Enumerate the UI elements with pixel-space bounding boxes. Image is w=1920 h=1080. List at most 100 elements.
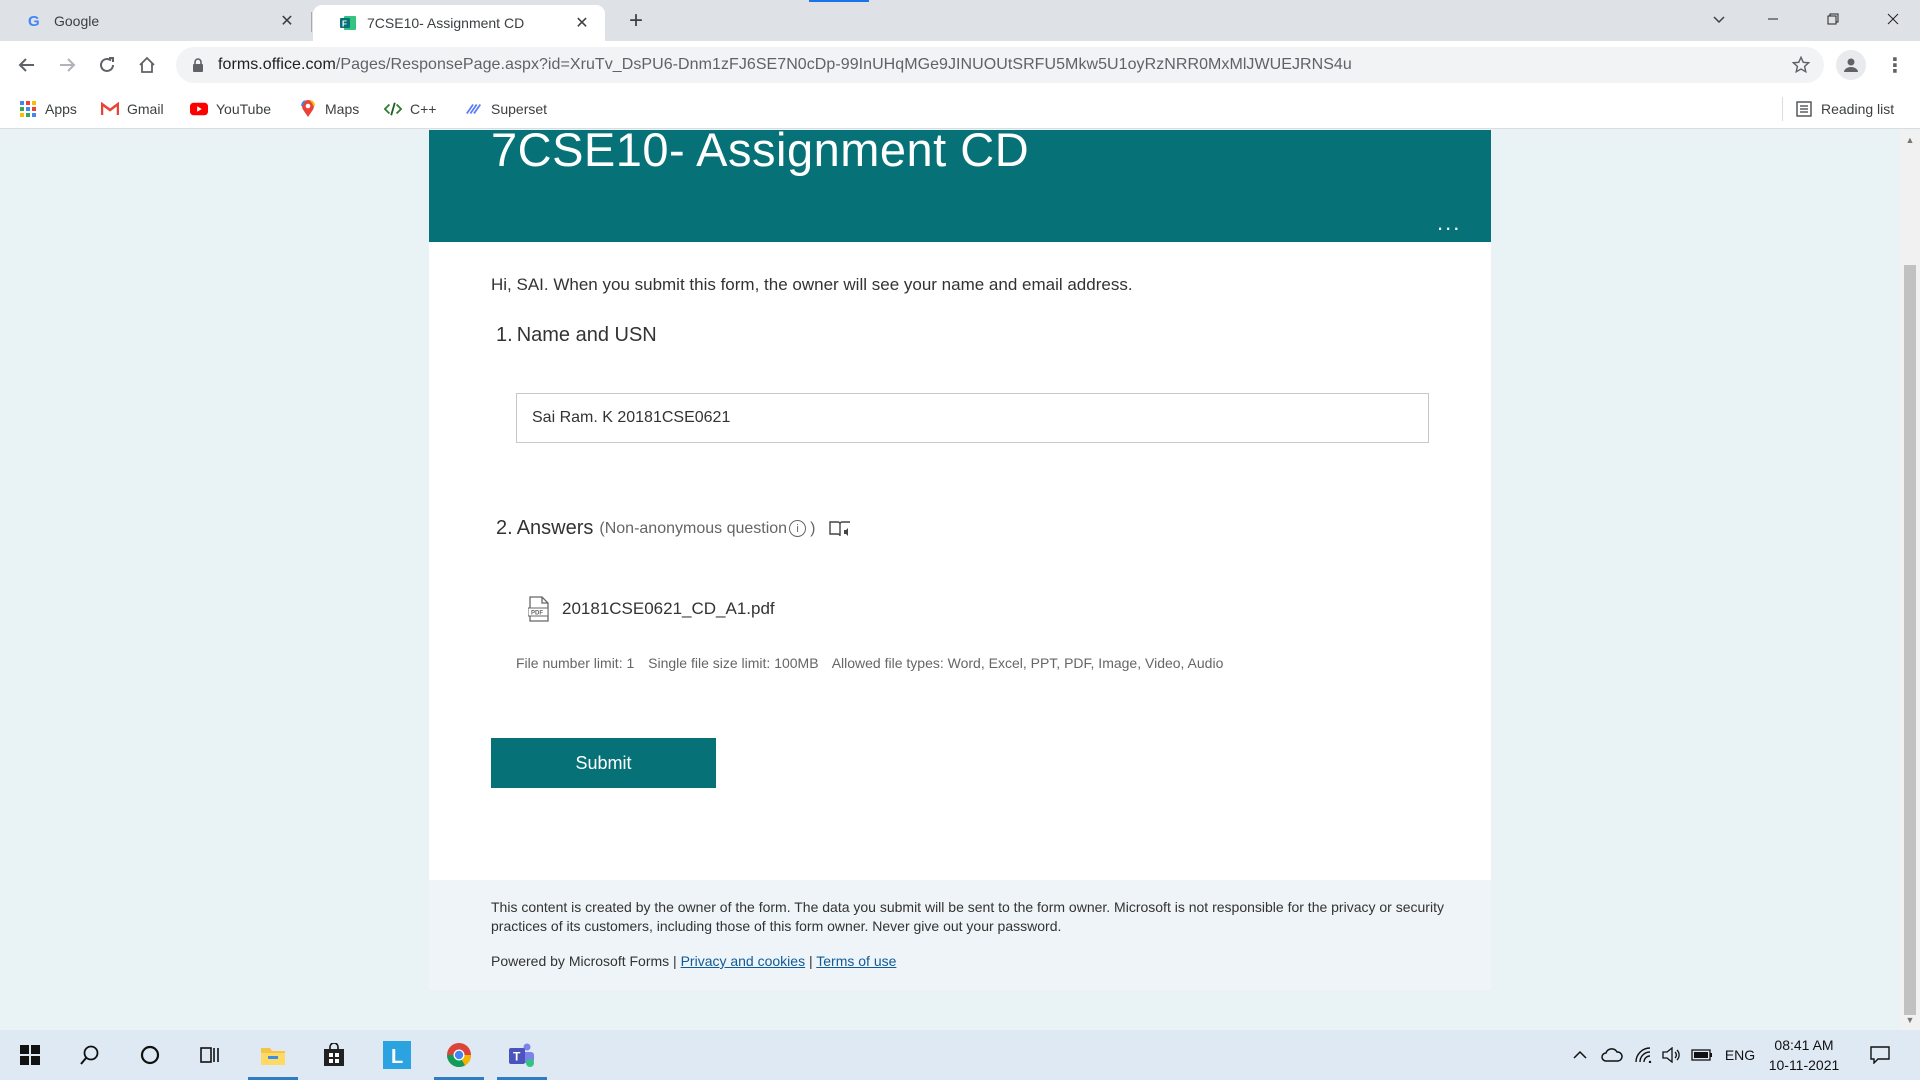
powered-by: Powered by Microsoft Forms | Privacy and… xyxy=(491,953,896,969)
volume-icon[interactable] xyxy=(1659,1030,1685,1080)
notifications-icon[interactable] xyxy=(1862,1030,1898,1080)
gmail-icon xyxy=(101,100,119,118)
minimize-icon[interactable] xyxy=(1743,0,1803,38)
cortana-icon[interactable] xyxy=(125,1030,175,1080)
language-indicator[interactable]: ENG xyxy=(1720,1030,1760,1080)
tab-strip: G Google ✕ F 7CSE10- Assignment CD ✕ + xyxy=(0,0,1920,41)
reading-list-button[interactable]: Reading list xyxy=(1795,97,1894,121)
maps-icon xyxy=(299,100,317,118)
chrome-icon[interactable] xyxy=(434,1030,484,1080)
file-number-limit: File number limit: 1 xyxy=(516,655,635,671)
close-icon[interactable]: ✕ xyxy=(571,12,593,34)
search-icon[interactable] xyxy=(65,1030,115,1080)
tab-assignment[interactable]: F 7CSE10- Assignment CD ✕ xyxy=(313,5,605,41)
tab-search-chevron-icon[interactable] xyxy=(1689,0,1749,38)
page-scrollbar[interactable]: ▲ ▼ xyxy=(1900,130,1920,1030)
youtube-icon xyxy=(190,100,208,118)
svg-text:L: L xyxy=(391,1046,403,1068)
submit-button[interactable]: Submit xyxy=(491,738,716,788)
close-icon[interactable]: ✕ xyxy=(276,10,298,32)
upload-limits: File number limit: 1 Single file size li… xyxy=(516,655,1233,671)
bookmark-gmail[interactable]: Gmail xyxy=(101,97,164,121)
form-card: Hi, SAI. When you submit this form, the … xyxy=(429,242,1491,880)
menu-kebab-icon[interactable]: ⋮ xyxy=(1880,50,1910,80)
tab-loading-indicator xyxy=(809,0,869,2)
reading-list-icon xyxy=(1795,100,1813,118)
bookmark-label: Apps xyxy=(45,101,77,117)
show-hidden-icons-icon[interactable] xyxy=(1568,1030,1592,1080)
onedrive-icon[interactable] xyxy=(1599,1030,1625,1080)
allowed-file-types: Allowed file types: Word, Excel, PPT, PD… xyxy=(831,655,1224,671)
start-icon[interactable] xyxy=(5,1030,55,1080)
info-icon[interactable]: i xyxy=(789,520,807,537)
store-icon[interactable] xyxy=(309,1030,359,1080)
question-number: 2. xyxy=(496,517,513,539)
url-text[interactable]: forms.office.com/Pages/ResponsePage.aspx… xyxy=(218,56,1786,74)
powered-by-text: Powered by Microsoft Forms | xyxy=(491,953,681,969)
google-icon: G xyxy=(26,12,44,30)
lock-icon[interactable] xyxy=(192,58,206,72)
system-clock[interactable]: 08:41 AM 10-11-2021 xyxy=(1762,1035,1846,1075)
reload-icon[interactable] xyxy=(92,50,122,80)
link-separator: | xyxy=(805,953,817,969)
scroll-down-icon[interactable]: ▼ xyxy=(1905,1015,1915,1025)
question-label: Name and USN xyxy=(516,324,657,346)
tab-google[interactable]: G Google ✕ xyxy=(0,0,310,41)
code-icon xyxy=(384,100,402,118)
uploaded-file[interactable]: PDF 20181CSE0621_CD_A1.pdf xyxy=(528,596,775,622)
note-text-close: ) xyxy=(810,519,816,537)
question-2-title: 2. Answers (Non-anonymous question i ) xyxy=(496,517,851,540)
svg-text:T: T xyxy=(513,1050,521,1064)
svg-text:F: F xyxy=(342,20,347,29)
tab-separator xyxy=(311,12,312,32)
more-options-button[interactable]: ... xyxy=(1437,210,1461,236)
bookmark-cpp[interactable]: C++ xyxy=(384,97,436,121)
battery-icon[interactable] xyxy=(1687,1030,1717,1080)
svg-text:PDF: PDF xyxy=(531,611,543,617)
privacy-link[interactable]: Privacy and cookies xyxy=(681,953,806,969)
clock-time: 08:41 AM xyxy=(1774,1037,1834,1053)
terms-link[interactable]: Terms of use xyxy=(816,953,896,969)
form-header: 7CSE10- Assignment CD ... xyxy=(429,130,1491,242)
page-viewport: 7CSE10- Assignment CD ... Hi, SAI. When … xyxy=(0,130,1900,1030)
file-size-limit: Single file size limit: 100MB xyxy=(648,655,819,671)
bookmark-superset[interactable]: Superset xyxy=(465,97,547,121)
file-name[interactable]: 20181CSE0621_CD_A1.pdf xyxy=(562,599,775,619)
bookmark-star-icon[interactable] xyxy=(1786,50,1816,80)
forms-icon: F xyxy=(339,14,357,32)
form-intro: Hi, SAI. When you submit this form, the … xyxy=(491,275,1133,294)
close-window-icon[interactable] xyxy=(1863,0,1920,38)
teams-icon[interactable]: T xyxy=(497,1030,547,1080)
task-view-icon[interactable] xyxy=(185,1030,235,1080)
forward-arrow-icon[interactable] xyxy=(52,50,82,80)
profile-avatar-icon[interactable] xyxy=(1836,50,1866,80)
home-icon[interactable] xyxy=(132,50,162,80)
restore-icon[interactable] xyxy=(1803,0,1863,38)
browser-toolbar: forms.office.com/Pages/ResponsePage.aspx… xyxy=(0,41,1920,89)
new-tab-button[interactable]: + xyxy=(622,7,650,35)
bookmark-apps[interactable]: Apps xyxy=(19,97,77,121)
bookmark-label: C++ xyxy=(410,101,437,117)
back-arrow-icon[interactable] xyxy=(12,50,42,80)
clock-date: 10-11-2021 xyxy=(1768,1057,1840,1073)
file-explorer-icon[interactable] xyxy=(248,1030,298,1080)
address-bar[interactable]: forms.office.com/Pages/ResponsePage.aspx… xyxy=(176,47,1824,83)
superset-icon xyxy=(465,100,483,118)
bookmark-maps[interactable]: Maps xyxy=(299,97,359,121)
scroll-up-icon[interactable]: ▲ xyxy=(1905,135,1915,145)
bookmark-label: YouTube xyxy=(216,101,272,117)
pdf-file-icon: PDF xyxy=(528,596,550,622)
note-text: (Non-anonymous question xyxy=(599,519,788,537)
scroll-thumb[interactable] xyxy=(1904,265,1916,1015)
wifi-icon[interactable] xyxy=(1631,1030,1657,1080)
question-label: Answers xyxy=(516,517,594,539)
windows-taskbar: L T ENG 08:41 AM 10-11-2021 xyxy=(0,1030,1920,1080)
question-number: 1. xyxy=(496,324,513,346)
bookmark-label: Maps xyxy=(325,101,360,117)
name-usn-input[interactable]: Sai Ram. K 20181CSE0621 xyxy=(516,393,1429,443)
immersive-reader-icon[interactable] xyxy=(829,519,851,539)
bookmark-youtube[interactable]: YouTube xyxy=(190,97,271,121)
form-title: 7CSE10- Assignment CD xyxy=(491,130,1030,176)
bookmark-label: Gmail xyxy=(127,101,164,117)
l-app-icon[interactable]: L xyxy=(372,1030,422,1080)
